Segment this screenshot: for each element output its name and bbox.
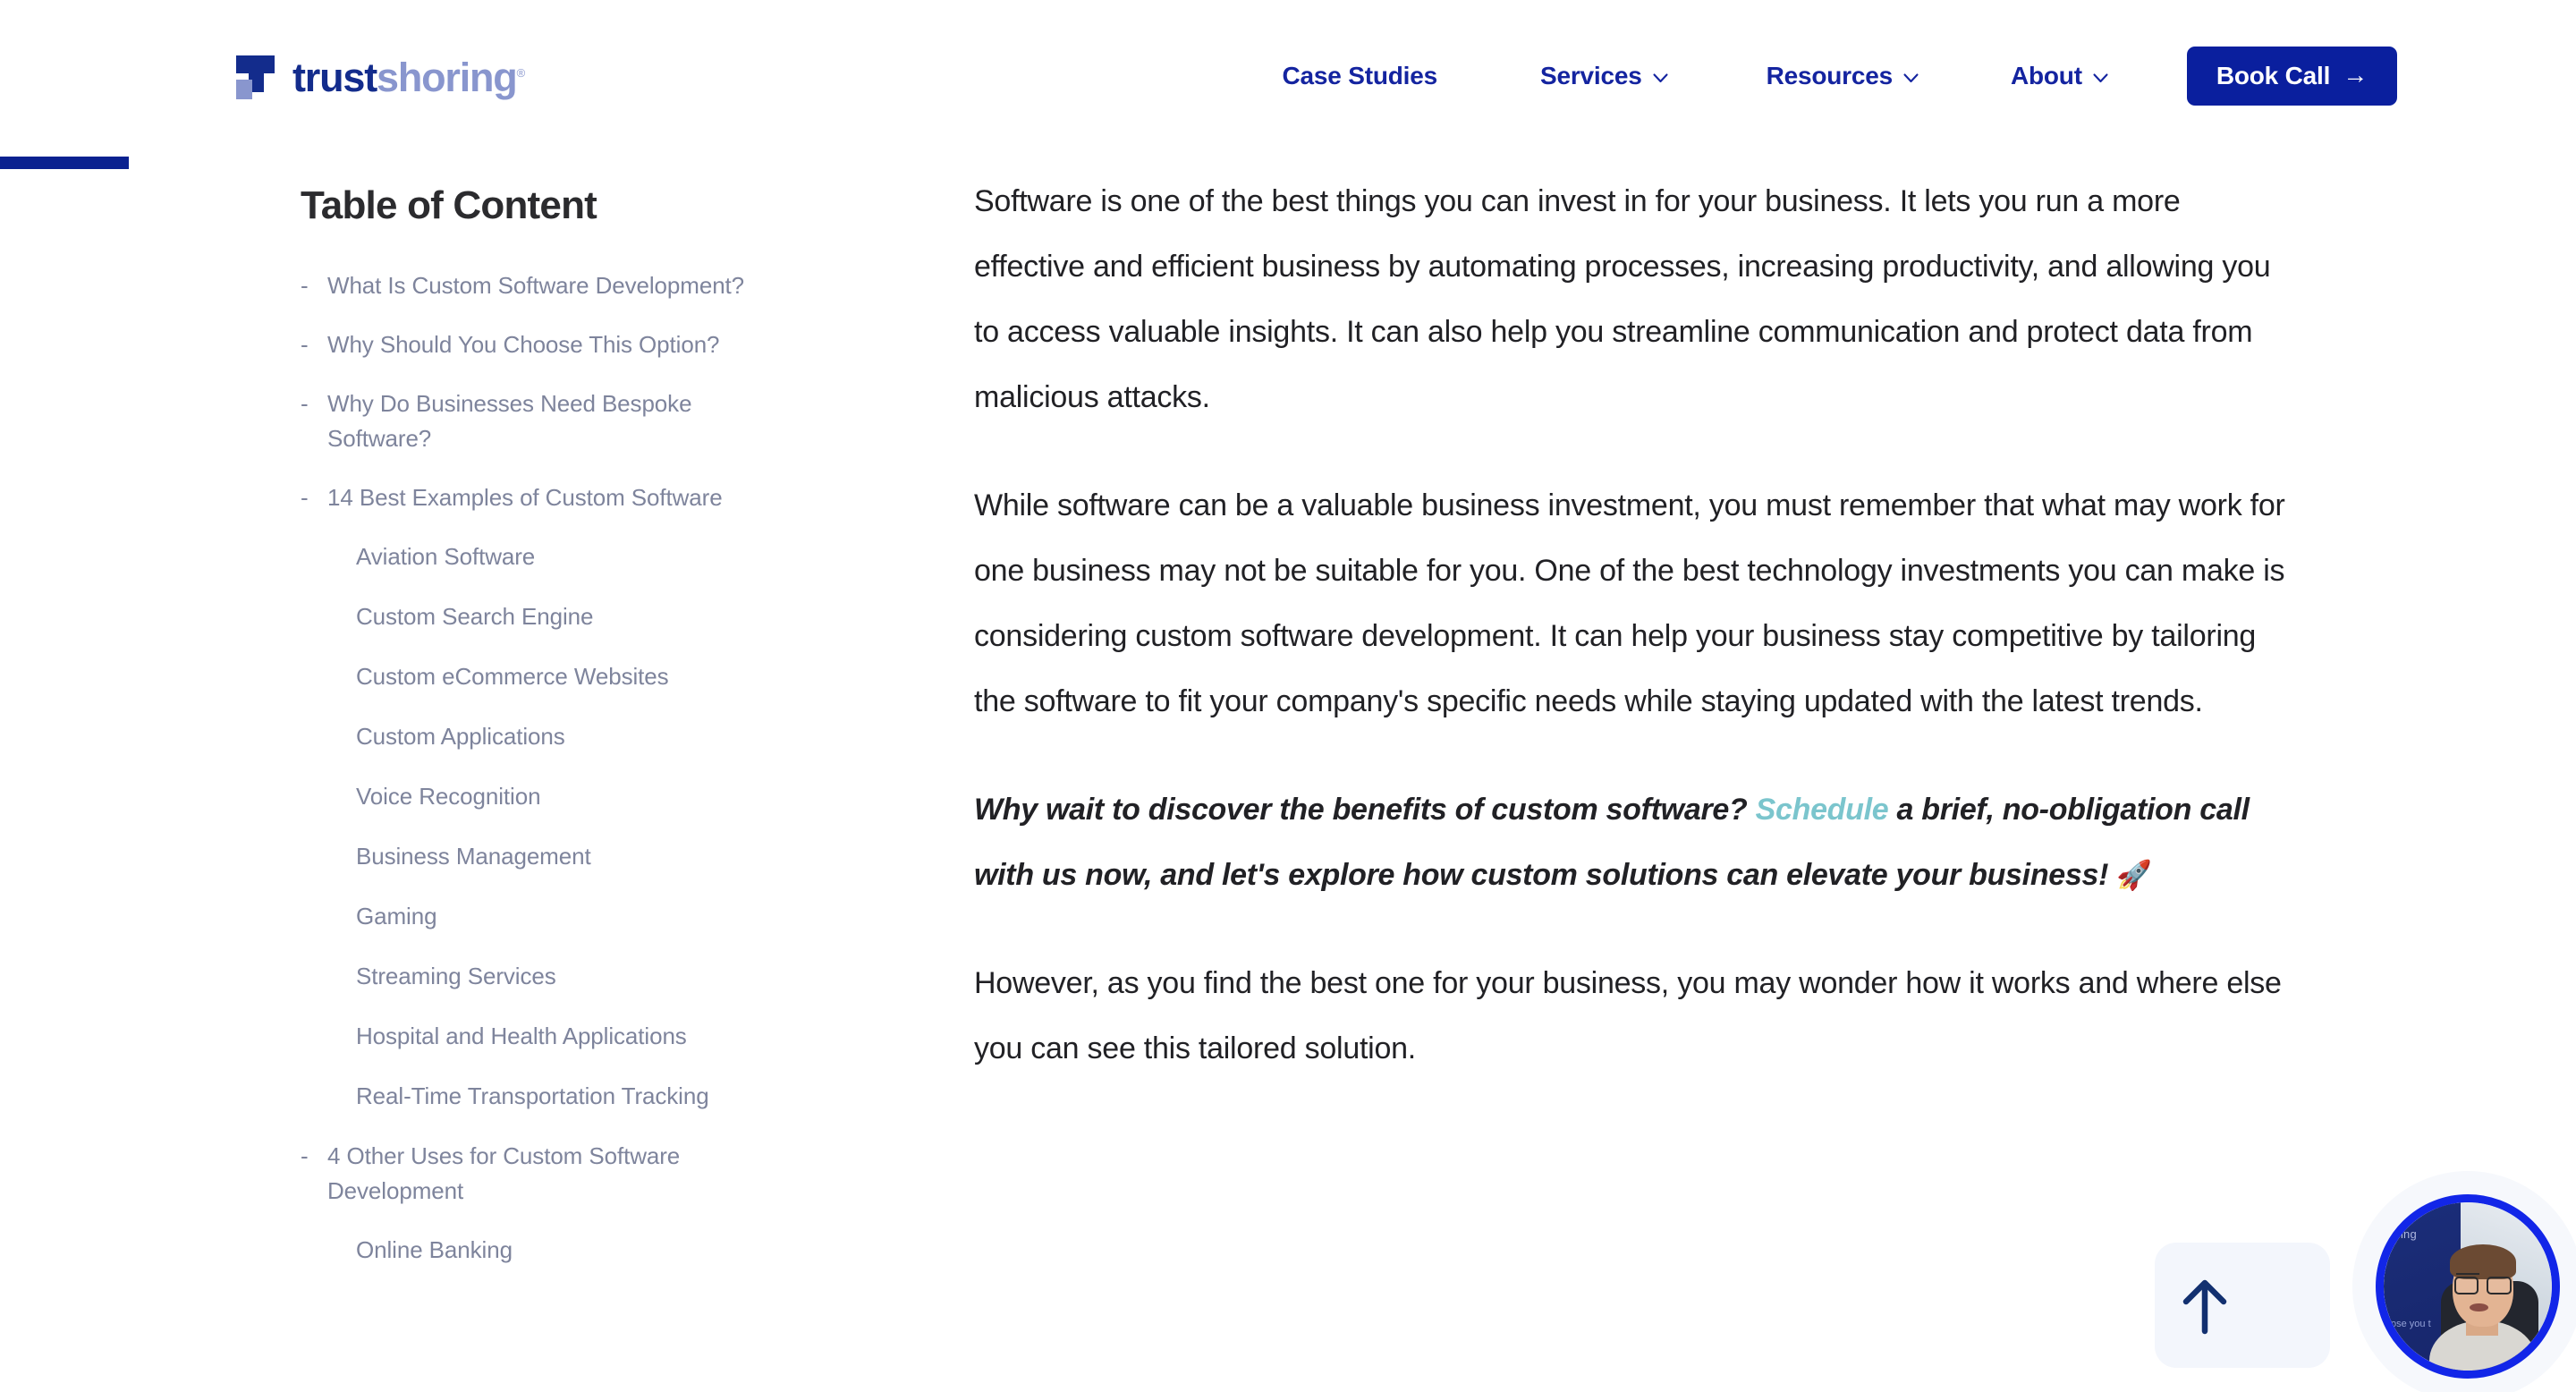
toc-dash-icon: -	[301, 484, 309, 511]
schedule-link[interactable]: Schedule	[1756, 793, 1889, 827]
video-slide-text-bottom: ose you t	[2391, 1319, 2431, 1329]
trustshoring-logo-icon	[228, 52, 275, 102]
toc-item-custom-search-engine[interactable]: Custom Search Engine	[301, 599, 837, 634]
toc-dash-icon: -	[301, 390, 309, 417]
toc-item-streaming-services[interactable]: Streaming Services	[301, 959, 837, 994]
toc-item-label: Voice Recognition	[356, 783, 541, 810]
toc-item-label: 14 Best Examples of Custom Software	[327, 484, 723, 511]
toc-item-label: Business Management	[356, 843, 591, 870]
toc-item-4-other-uses-for-custom-software-development[interactable]: - 4 Other Uses for Custom Software Devel…	[301, 1139, 837, 1209]
video-chat-bubble[interactable]: oring ose you t	[2376, 1194, 2560, 1379]
toc-item-hospital-and-health-applications[interactable]: Hospital and Health Applications	[301, 1019, 837, 1054]
toc-dash-icon: -	[301, 331, 309, 358]
toc-item-business-management[interactable]: Business Management	[301, 839, 837, 874]
toc-item-label: Why Do Businesses Need Bespoke Software?	[327, 390, 692, 452]
toc-item-custom-applications[interactable]: Custom Applications	[301, 719, 837, 754]
logo-text-primary: trust	[292, 55, 377, 100]
logo-text-secondary: shoring	[377, 55, 518, 100]
toc-item-label: Custom Applications	[356, 723, 565, 750]
book-call-label: Book Call	[2216, 62, 2331, 89]
article-body: Software is one of the best things you c…	[974, 169, 2298, 1125]
logo-wordmark: trustshoring®	[292, 50, 526, 101]
toc-item-real-time-transportation-tracking[interactable]: Real-Time Transportation Tracking	[301, 1079, 837, 1114]
chevron-down-icon	[1903, 72, 1919, 83]
toc-item-why-do-businesses-need-bespoke-software[interactable]: - Why Do Businesses Need Bespoke Softwar…	[301, 386, 837, 456]
nav-item-services[interactable]: Services	[1540, 61, 1668, 91]
toc-item-label: 4 Other Uses for Custom Software Develop…	[327, 1142, 681, 1204]
video-person-glasses	[2453, 1276, 2512, 1295]
toc-item-label: Online Banking	[356, 1236, 513, 1263]
rocket-icon: 🚀	[2116, 859, 2152, 891]
reading-progress-fill	[0, 157, 129, 169]
toc-item-aviation-software[interactable]: Aviation Software	[301, 539, 837, 574]
nav-item-resources-label: Resources	[1766, 62, 1894, 89]
toc-item-voice-recognition[interactable]: Voice Recognition	[301, 779, 837, 814]
video-person-mouth	[2469, 1303, 2488, 1312]
arrow-up-icon	[2180, 1276, 2230, 1335]
toc-title: Table of Content	[301, 183, 597, 227]
toc-item-label: Custom eCommerce Websites	[356, 663, 669, 690]
reading-progress-bar	[0, 157, 2576, 169]
nav-item-case-studies[interactable]: Case Studies	[1282, 61, 1438, 91]
toc-item-gaming[interactable]: Gaming	[301, 899, 837, 934]
logo-registered-mark: ®	[516, 66, 526, 80]
article-cta-paragraph: Why wait to discover the benefits of cus…	[974, 777, 2298, 908]
main-navigation: Case Studies Services Resources About Bo…	[1283, 47, 2397, 106]
chevron-down-icon	[2093, 72, 2108, 83]
video-bubble-inner: oring ose you t	[2384, 1202, 2552, 1371]
nav-item-about-label: About	[2010, 62, 2082, 89]
toc-item-label: Gaming	[356, 903, 437, 929]
site-header: trustshoring® Case Studies Services Reso…	[0, 0, 2576, 157]
toc-item-why-should-you-choose-this-option[interactable]: - Why Should You Choose This Option?	[301, 327, 837, 362]
cta-text-before: Why wait to discover the benefits of cus…	[974, 793, 1756, 827]
toc-item-label: Streaming Services	[356, 963, 556, 989]
chevron-down-icon	[1653, 72, 1668, 83]
page-root: trustshoring® Case Studies Services Reso…	[0, 0, 2576, 1392]
arrow-right-icon: →	[2343, 61, 2368, 89]
toc-item-label: Real-Time Transportation Tracking	[356, 1082, 709, 1109]
toc-list: - What Is Custom Software Development? -…	[301, 268, 837, 1268]
article-paragraph-4: However, as you find the best one for yo…	[974, 966, 2282, 1065]
toc-item-label: What Is Custom Software Development?	[327, 272, 745, 299]
toc-item-14-best-examples-of-custom-software[interactable]: - 14 Best Examples of Custom Software	[301, 480, 837, 515]
nav-item-about[interactable]: About	[2011, 61, 2108, 91]
table-of-contents: Table of Content - What Is Custom Softwa…	[301, 182, 837, 1293]
back-to-top-button[interactable]	[2155, 1243, 2330, 1368]
article-paragraph-1: Software is one of the best things you c…	[974, 184, 2271, 414]
nav-item-resources[interactable]: Resources	[1767, 61, 1919, 91]
site-logo[interactable]: trustshoring®	[228, 50, 526, 104]
video-person-glasses-bridge	[2455, 1272, 2480, 1276]
toc-item-online-banking[interactable]: Online Banking	[301, 1233, 837, 1268]
toc-item-label: Custom Search Engine	[356, 603, 594, 630]
book-call-button[interactable]: Book Call →	[2186, 47, 2397, 106]
content-area: Table of Content - What Is Custom Softwa…	[0, 169, 2576, 1392]
nav-item-services-label: Services	[1539, 62, 1642, 89]
toc-item-custom-ecommerce-websites[interactable]: Custom eCommerce Websites	[301, 659, 837, 694]
nav-item-case-studies-label: Case Studies	[1282, 62, 1438, 89]
toc-item-label: Why Should You Choose This Option?	[327, 331, 720, 358]
video-slide-text-top: oring	[2390, 1227, 2417, 1241]
toc-item-label: Aviation Software	[356, 543, 536, 570]
toc-dash-icon: -	[301, 272, 309, 299]
toc-dash-icon: -	[301, 1142, 309, 1169]
toc-item-label: Hospital and Health Applications	[356, 1023, 687, 1049]
toc-item-what-is-custom-software-development[interactable]: - What Is Custom Software Development?	[301, 268, 837, 303]
article-paragraph-2: While software can be a valuable busines…	[974, 488, 2285, 718]
